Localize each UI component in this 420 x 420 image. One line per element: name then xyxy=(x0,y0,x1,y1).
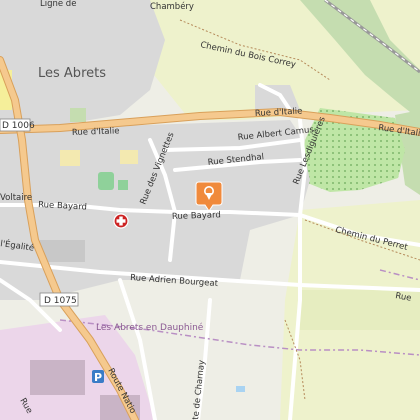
label-chambery: Chambéry xyxy=(150,1,194,12)
place-label: Les Abrets xyxy=(38,66,106,81)
label-voltaire: Voltaire xyxy=(0,193,32,203)
label-rue-bayard-east: Rue Bayard xyxy=(172,210,221,222)
parking-icon[interactable]: P xyxy=(92,370,104,384)
label-d1075: D 1075 xyxy=(44,296,77,306)
map-svg[interactable]: Les Abrets Ligne de Chambéry Chemin du B… xyxy=(0,0,420,420)
school-building xyxy=(60,150,80,166)
parking-letter: P xyxy=(94,371,102,384)
label-d1006: D 1006 xyxy=(2,121,35,131)
public-building xyxy=(120,150,138,164)
sports-field xyxy=(98,172,114,190)
pond xyxy=(236,386,245,392)
label-rue-italie-west: Rue d'Italie xyxy=(72,126,120,138)
warehouse-building xyxy=(30,360,85,395)
pharmacy-cross-icon[interactable] xyxy=(113,213,129,229)
sports-field-small xyxy=(118,180,128,190)
map-canvas[interactable]: Les Abrets Ligne de Chambéry Chemin du B… xyxy=(0,0,420,420)
label-ligne: Ligne de xyxy=(40,0,76,9)
park-patch xyxy=(70,108,86,122)
label-commune: Les Abrets en Dauphiné xyxy=(96,322,204,333)
